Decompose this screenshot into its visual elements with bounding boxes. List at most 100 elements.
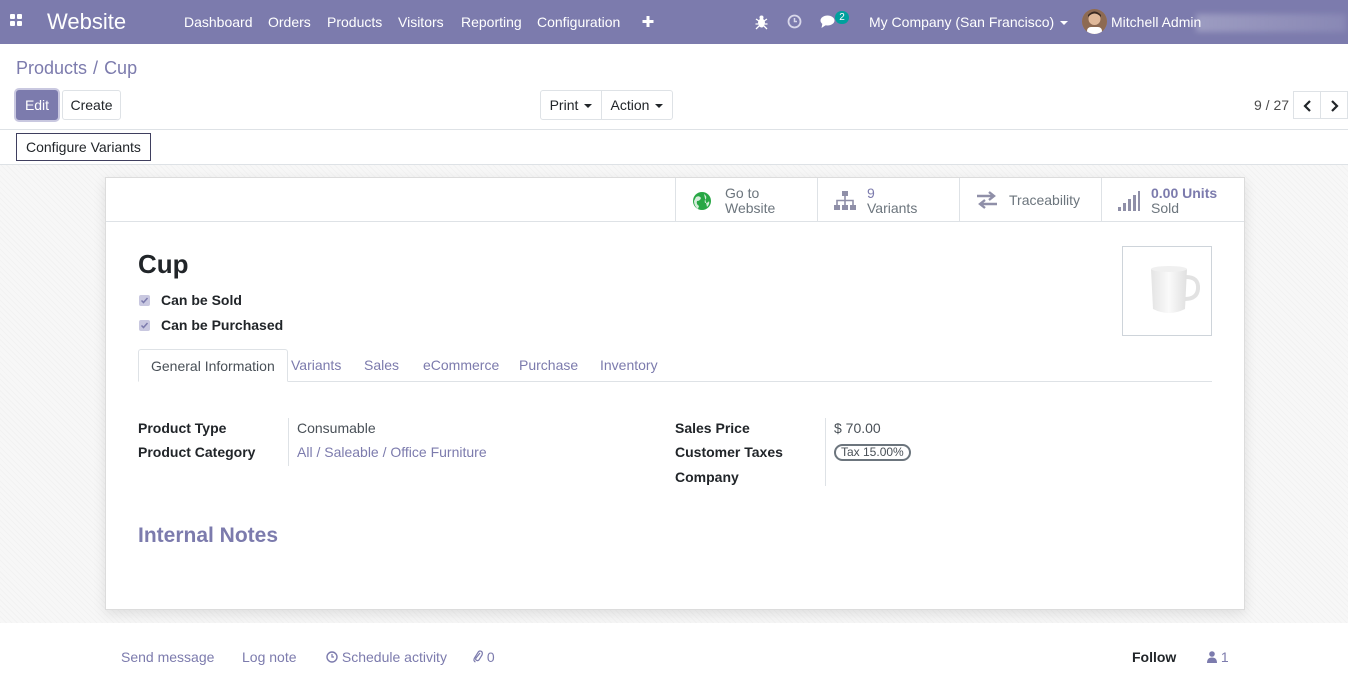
pager-value[interactable]: 9 / 27: [1254, 97, 1289, 113]
variants-smart-button[interactable]: 9 Variants: [817, 178, 959, 221]
can-be-purchased-checkbox[interactable]: [139, 320, 150, 331]
top-navbar: Website Dashboard Orders Products Visito…: [0, 0, 1348, 44]
chevron-down-icon: [584, 104, 593, 109]
attachments-count: 0: [486, 649, 495, 665]
chevron-down-icon: [655, 104, 664, 109]
form-sheet: Go to Website 9 Variants Traceability 0.…: [105, 177, 1245, 610]
product-category-label: Product Category: [138, 444, 256, 460]
create-button[interactable]: Create: [62, 90, 121, 120]
blurred-region: [1196, 14, 1346, 32]
plus-icon[interactable]: [642, 13, 654, 31]
company-name: My Company (San Francisco): [869, 14, 1055, 30]
sales-price-value[interactable]: $ 70.00: [834, 420, 881, 436]
app-brand[interactable]: Website: [47, 9, 126, 35]
field-divider: [825, 418, 826, 486]
product-name[interactable]: Cup: [138, 249, 189, 280]
form-statusbar: Configure Variants: [0, 131, 1348, 165]
follow-button[interactable]: Follow: [1132, 649, 1176, 665]
debug-bug-icon[interactable]: [755, 13, 768, 31]
action-dropdown[interactable]: Action: [601, 90, 673, 120]
traceability-label: Traceability: [1009, 192, 1081, 208]
can-be-purchased-label: Can be Purchased: [161, 317, 284, 333]
menu-visitors[interactable]: Visitors: [398, 0, 444, 44]
print-label: Print: [549, 97, 579, 113]
go-to-website-text: Go to Website: [725, 186, 775, 216]
can-be-sold-checkbox[interactable]: [139, 295, 150, 306]
tax-tag[interactable]: Tax 15.00%: [834, 444, 911, 461]
edit-button[interactable]: Edit: [16, 90, 58, 120]
menu-dashboard[interactable]: Dashboard: [184, 0, 253, 44]
apps-menu-icon[interactable]: [10, 14, 22, 26]
user-avatar[interactable]: [1082, 9, 1107, 34]
sitemap-icon: [834, 191, 856, 210]
schedule-activity-label: Schedule activity: [341, 649, 447, 665]
internal-notes-title: Internal Notes: [138, 524, 279, 547]
customer-taxes-label: Customer Taxes: [675, 444, 783, 460]
variants-text: 9 Variants: [867, 186, 917, 216]
menu-orders[interactable]: Orders: [268, 0, 311, 44]
action-label: Action: [610, 97, 650, 113]
go-to-label: Go to: [725, 185, 760, 201]
checkmark-icon: [140, 322, 149, 329]
tab-inventory[interactable]: Inventory: [600, 349, 658, 382]
attachments-button[interactable]: 0: [473, 649, 495, 665]
chatter: Send message Log note Schedule activity …: [0, 623, 1348, 688]
website-label: Website: [725, 200, 776, 216]
tab-general-information[interactable]: General Information: [138, 349, 288, 382]
tab-purchase[interactable]: Purchase: [519, 349, 578, 382]
units-sold-text: 0.00 Units Sold: [1151, 186, 1217, 216]
schedule-activity-button[interactable]: Schedule activity: [326, 649, 447, 665]
signal-bars-icon: [1118, 191, 1140, 211]
breadcrumb-separator: /: [93, 58, 99, 78]
breadcrumb-products[interactable]: Products: [16, 58, 87, 78]
pager-previous-button[interactable]: [1293, 91, 1321, 119]
print-dropdown[interactable]: Print: [540, 90, 602, 120]
menu-configuration[interactable]: Configuration: [537, 0, 620, 44]
product-type-value[interactable]: Consumable: [297, 420, 376, 436]
activity-clock-icon[interactable]: [787, 13, 802, 31]
send-message-button[interactable]: Send message: [121, 649, 214, 665]
breadcrumb-current: Cup: [104, 58, 138, 78]
tab-variants[interactable]: Variants: [291, 349, 341, 382]
chevron-right-icon: [1331, 100, 1339, 112]
checkmark-icon: [140, 297, 149, 304]
menu-products[interactable]: Products: [327, 0, 382, 44]
user-menu[interactable]: Mitchell Admin: [1111, 0, 1201, 44]
pager-next-button[interactable]: [1320, 91, 1348, 119]
product-category-link[interactable]: All / Saleable / Office Furniture: [297, 444, 487, 460]
chevron-left-icon: [1303, 100, 1311, 112]
notebook-tabs: General Information Variants Sales eComm…: [138, 349, 1212, 382]
chevron-down-icon: [1060, 21, 1069, 26]
tab-sales[interactable]: Sales: [364, 349, 399, 382]
cup-image: [1151, 266, 1201, 313]
variants-count: 9: [867, 185, 875, 201]
messages-chat-icon[interactable]: [820, 13, 836, 31]
units-sold-smart-button[interactable]: 0.00 Units Sold: [1101, 178, 1244, 221]
breadcrumb: Products / Cup: [16, 58, 137, 79]
field-divider: [288, 418, 289, 466]
product-image[interactable]: [1122, 246, 1212, 336]
messages-count-badge: 2: [835, 11, 849, 24]
units-sold-value: 0.00 Units: [1151, 185, 1218, 201]
can-be-sold-label: Can be Sold: [161, 292, 242, 308]
globe-icon: [693, 192, 711, 210]
company-switcher[interactable]: My Company (San Francisco): [869, 0, 1069, 44]
exchange-arrows-icon: [977, 191, 997, 209]
user-icon: [1207, 651, 1217, 663]
sales-price-label: Sales Price: [675, 420, 750, 436]
menu-reporting[interactable]: Reporting: [461, 0, 522, 44]
go-to-website-button[interactable]: Go to Website: [675, 178, 817, 221]
variants-label: Variants: [867, 200, 918, 216]
company-label: Company: [675, 469, 739, 485]
smart-button-box: Go to Website 9 Variants Traceability 0.…: [106, 178, 1244, 222]
followers-count: 1: [1220, 649, 1229, 665]
configure-variants-button[interactable]: Configure Variants: [16, 133, 151, 161]
followers-button[interactable]: 1: [1207, 649, 1229, 665]
product-type-label: Product Type: [138, 420, 227, 436]
log-note-button[interactable]: Log note: [242, 649, 297, 665]
clock-icon: [326, 651, 338, 663]
tab-ecommerce[interactable]: eCommerce: [423, 349, 499, 382]
paperclip-icon: [473, 650, 483, 663]
traceability-smart-button[interactable]: Traceability: [959, 178, 1101, 221]
sold-label: Sold: [1151, 200, 1180, 216]
